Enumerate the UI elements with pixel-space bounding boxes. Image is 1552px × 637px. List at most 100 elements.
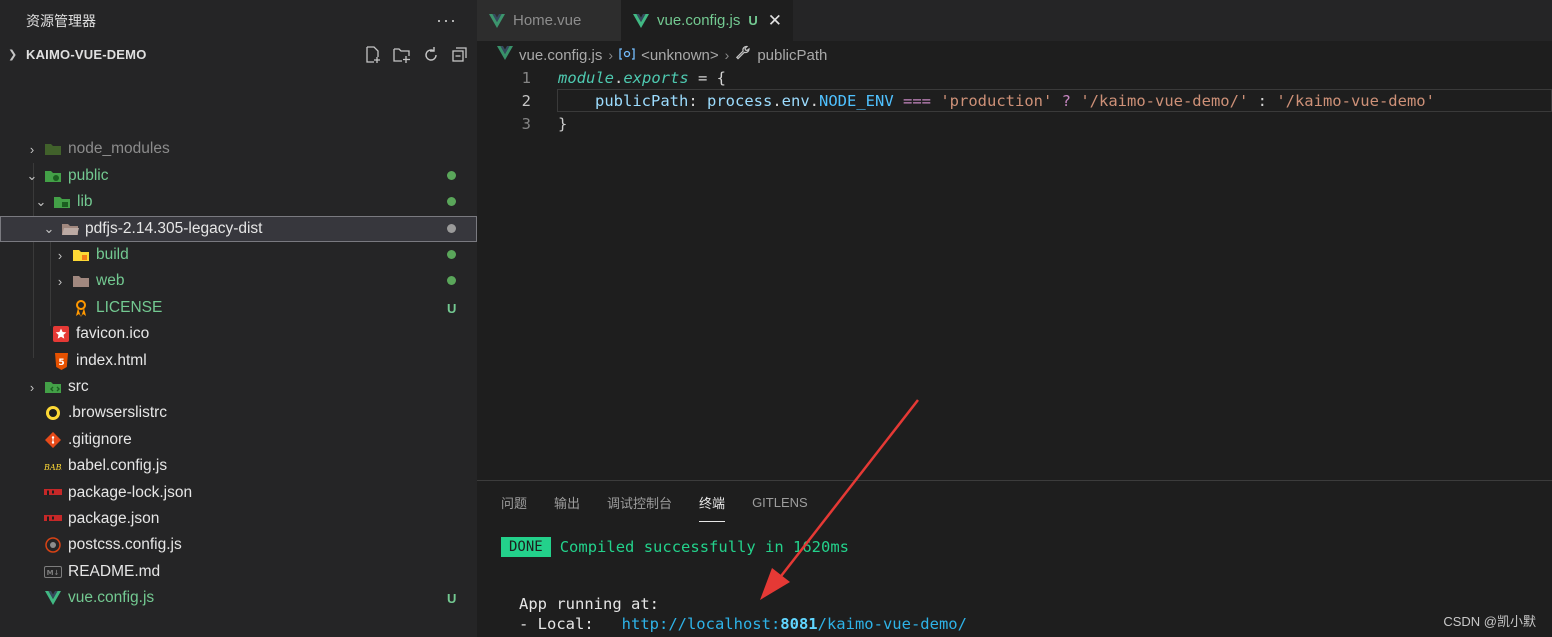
svg-text:BABEL: BABEL [44,463,62,472]
explorer-actions [363,45,469,64]
project-header[interactable]: ❯ KAIMO-VUE-DEMO [0,41,477,68]
babel-icon: BABEL [44,457,62,475]
tree-item-label: package-lock.json [68,484,193,501]
untracked-badge: U [447,590,457,606]
tree-item-browserslistrc[interactable]: .browserslistrc [0,400,477,426]
folder-open-icon [61,220,79,238]
vue-icon [497,46,513,64]
tree-item-web[interactable]: › web [0,268,477,294]
chevron-right-icon: › [29,379,35,395]
close-icon[interactable]: ✕ [768,11,782,31]
tree-item-label: README.md [68,563,161,580]
node-modules-folder-icon [44,140,62,158]
tree-item-label: postcss.config.js [68,536,182,553]
tree-item-label: favicon.ico [76,325,150,342]
chevron-right-icon: › [57,247,63,263]
code-line-current: 2 publicPath: process.env.NODE_ENV === '… [477,89,1552,112]
chevron-right-icon: › [608,47,614,63]
folder-icon [72,272,90,290]
markdown-icon: M↓ [44,563,62,581]
tree-item-index-html[interactable]: 5 index.html [0,348,477,374]
tree-item-label: lib [77,193,93,210]
app-running-text: App running at: [519,595,659,613]
tab-output[interactable]: 输出 [554,489,580,516]
tree-item-node-modules[interactable]: › node_modules [0,136,477,162]
tree-item-label: build [96,246,129,263]
more-actions-icon[interactable]: ··· [436,10,457,31]
vue-icon [633,13,649,28]
collapse-all-icon[interactable] [450,45,469,64]
tree-item-src[interactable]: › src [0,374,477,400]
refresh-icon[interactable] [421,45,440,64]
code-text: } [558,114,568,133]
tree-item-package-json[interactable]: package.json [0,506,477,532]
tree-item-label: src [68,378,89,395]
tab-terminal[interactable]: 终端 [699,489,726,522]
tree-item-label: package.json [68,510,160,527]
tree-item-lib[interactable]: ⌄ lib [0,189,477,215]
code-text: publicPath: process.env.NODE_ENV === 'pr… [595,91,1435,110]
breadcrumb-file[interactable]: vue.config.js [519,47,602,64]
explorer-title: 资源管理器 [26,12,96,29]
tree-item-license[interactable]: LICENSE U [0,295,477,321]
panel-tabs: 问题 输出 调试控制台 终端 GITLENS [477,481,1552,523]
modified-dot [447,197,456,206]
npm-icon [44,484,62,502]
build-folder-icon [72,246,90,264]
tree-item-label: node_modules [68,140,170,157]
tree-item-package-lock[interactable]: package-lock.json [0,480,477,506]
tab-gitlens[interactable]: GITLENS [752,491,808,514]
npm-icon [44,510,62,528]
explorer-header: 资源管理器 ··· [0,0,477,41]
chevron-right-icon: › [29,141,35,157]
tree-item-public[interactable]: ⌄ public [0,163,477,189]
tree-item-postcss-config[interactable]: postcss.config.js [0,532,477,558]
terminal-output[interactable]: DONE Compiled successfully in 1620ms App… [501,536,967,635]
local-url-link[interactable]: http://localhost:8081/kaimo-vue-demo/ [622,615,967,633]
explorer-sidebar: 资源管理器 ··· ❯ KAIMO-VUE-DEMO › node_module… [0,0,477,637]
tab-problems[interactable]: 问题 [501,489,527,516]
chevron-right-icon: › [57,273,63,289]
local-url-line: - Local: http://localhost:8081/kaimo-vue… [501,615,967,635]
breadcrumb-property[interactable]: publicPath [757,47,827,64]
code-text: module.exports = { [558,68,726,87]
tree-item-babel-config[interactable]: BABEL babel.config.js [0,453,477,479]
tree-item-label: .browserslistrc [68,404,168,421]
svg-text:M↓: M↓ [47,569,60,577]
breadcrumb-symbol[interactable]: <unknown> [641,47,719,64]
tab-label: vue.config.js [657,12,741,29]
wrench-icon [735,45,751,65]
chevron-right-icon: › [724,47,730,63]
tab-debug-console[interactable]: 调试控制台 [607,489,672,516]
tree-item-readme[interactable]: M↓ README.md [0,559,477,585]
chevron-down-icon: ⌄ [35,194,47,209]
vue-icon [44,589,62,607]
tree-item-label: pdfjs-2.14.305-legacy-dist [85,220,263,237]
tree-item-vue-config[interactable]: vue.config.js U [0,585,477,611]
tab-home-vue[interactable]: Home.vue [477,0,621,41]
bottom-panel: 问题 输出 调试控制台 终端 GITLENS DONE Compiled suc… [477,480,1552,637]
new-file-icon[interactable] [363,45,382,64]
vue-icon [489,13,505,28]
lib-folder-icon [53,193,71,211]
tab-vue-config[interactable]: vue.config.js U ✕ [621,0,793,41]
line-number: 2 [521,91,531,110]
line-number: 1 [521,68,531,87]
git-icon [44,431,62,449]
csdn-watermark: CSDN @凯小默 [1443,614,1536,629]
project-name: KAIMO-VUE-DEMO [26,47,147,62]
tree-item-gitignore[interactable]: .gitignore [0,427,477,453]
tree-item-pdfjs-folder[interactable]: ⌄ pdfjs-2.14.305-legacy-dist [0,216,477,242]
tree-item-build[interactable]: › build [0,242,477,268]
new-folder-icon[interactable] [392,45,411,64]
star-icon [52,325,70,343]
code-line: 3 } [477,112,1552,135]
compile-message: Compiled successfully in 1620ms [559,538,850,556]
postcss-icon [44,536,62,554]
code-editor[interactable]: 1 module.exports = { 2 publicPath: proce… [477,66,1552,135]
local-prefix: - Local: [519,615,622,633]
tree-item-favicon[interactable]: favicon.ico [0,321,477,347]
done-badge: DONE [501,537,551,557]
tree-item-label: index.html [76,352,147,369]
untracked-badge: U [447,300,457,316]
